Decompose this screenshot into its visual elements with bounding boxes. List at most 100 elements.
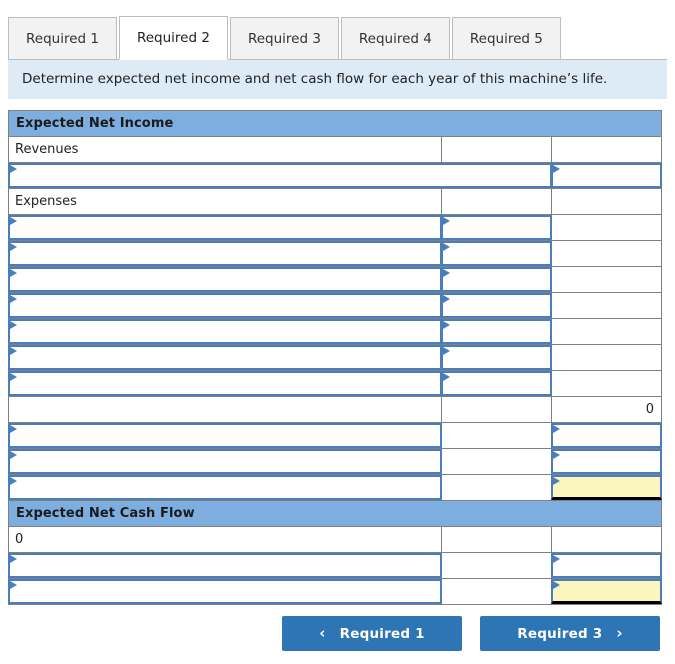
dropdown-triangle-icon (10, 555, 17, 563)
total-input-field[interactable] (551, 579, 663, 604)
entry-input-field[interactable] (551, 553, 663, 578)
entry-input-field[interactable] (8, 267, 442, 292)
entry-input-field[interactable] (551, 449, 663, 474)
row-label: Expenses (8, 188, 442, 215)
table-row: Revenues (8, 136, 663, 163)
input-cell[interactable] (550, 578, 663, 605)
table-row (8, 448, 663, 475)
input-cell[interactable] (8, 474, 442, 501)
tab-required-1[interactable]: Required 1 (8, 17, 117, 60)
input-cell[interactable] (550, 448, 663, 475)
entry-input-field[interactable] (8, 553, 442, 578)
empty-cell (550, 344, 663, 371)
tab-label: Required 1 (26, 30, 99, 47)
input-cell[interactable] (441, 344, 552, 371)
input-cell[interactable] (8, 266, 442, 293)
input-cell[interactable] (550, 474, 663, 501)
table-row: 0 (8, 526, 663, 553)
empty-cell (550, 526, 663, 553)
input-cell[interactable] (441, 292, 552, 319)
entry-input-field[interactable] (8, 241, 442, 266)
empty-cell (8, 396, 442, 423)
dropdown-triangle-icon (443, 217, 450, 225)
table-row (8, 214, 663, 241)
input-cell[interactable] (8, 292, 442, 319)
input-cell[interactable] (8, 370, 442, 397)
section-header-expected-net-income: Expected Net Income (7, 110, 663, 137)
entry-input-field[interactable] (8, 371, 442, 396)
entry-input-field[interactable] (8, 163, 552, 188)
entry-input-field[interactable] (551, 163, 663, 188)
dropdown-triangle-icon (443, 373, 450, 381)
navigation-footer: ‹ Required 1 Required 3 › (0, 616, 675, 651)
next-required-label: Required 3 (517, 625, 603, 642)
dropdown-triangle-icon (553, 477, 560, 485)
input-cell[interactable] (8, 214, 442, 241)
dropdown-triangle-icon (10, 425, 17, 433)
entry-input-field[interactable] (441, 345, 552, 370)
dropdown-triangle-icon (10, 243, 17, 251)
input-cell[interactable] (550, 162, 663, 189)
dropdown-triangle-icon (553, 165, 560, 173)
table-row (8, 318, 663, 345)
entry-input-field[interactable] (8, 423, 442, 448)
previous-required-button[interactable]: ‹ Required 1 (282, 616, 462, 651)
tab-label: Required 2 (136, 30, 210, 46)
entry-input-field[interactable] (8, 215, 442, 240)
table-row (8, 370, 663, 397)
entry-input-field[interactable] (441, 371, 552, 396)
entry-input-field[interactable] (8, 475, 442, 500)
entry-input-field[interactable] (441, 293, 552, 318)
input-cell[interactable] (8, 240, 442, 267)
dropdown-triangle-icon (10, 451, 17, 459)
table-row: Expenses (8, 188, 663, 215)
dropdown-triangle-icon (443, 347, 450, 355)
tab-required-3[interactable]: Required 3 (229, 17, 339, 60)
dropdown-triangle-icon (443, 269, 450, 277)
input-cell[interactable] (441, 240, 552, 267)
entry-input-field[interactable] (441, 267, 552, 292)
tab-required-4[interactable]: Required 4 (340, 17, 450, 60)
entry-input-field[interactable] (441, 319, 552, 344)
input-cell[interactable] (550, 552, 663, 579)
input-cell[interactable] (441, 214, 552, 241)
tab-label: Required 4 (358, 30, 432, 47)
dropdown-triangle-icon (10, 347, 17, 355)
table-row (8, 344, 663, 371)
table-row (8, 240, 663, 267)
previous-required-label: Required 1 (339, 625, 425, 642)
entry-input-field[interactable] (551, 423, 663, 448)
total-input-field[interactable] (551, 475, 663, 500)
input-cell[interactable] (441, 266, 552, 293)
empty-cell (441, 448, 552, 475)
tab-label: Required 3 (247, 30, 321, 47)
empty-cell (441, 188, 552, 215)
empty-cell (550, 292, 663, 319)
chevron-left-icon: ‹ (319, 624, 326, 642)
entry-input-field[interactable] (8, 293, 442, 318)
entry-input-field[interactable] (8, 449, 442, 474)
input-cell[interactable] (8, 552, 442, 579)
empty-cell (550, 266, 663, 293)
input-cell[interactable] (8, 344, 442, 371)
empty-cell (550, 318, 663, 345)
tab-required-5[interactable]: Required 5 (451, 17, 561, 60)
input-cell[interactable] (550, 422, 663, 449)
entry-input-field[interactable] (8, 579, 442, 604)
dropdown-triangle-icon (10, 217, 17, 225)
input-cell[interactable] (8, 578, 442, 605)
input-cell[interactable] (8, 318, 442, 345)
input-cell[interactable] (8, 422, 442, 449)
entry-input-field[interactable] (441, 241, 552, 266)
input-cell[interactable] (8, 162, 552, 189)
chevron-right-icon: › (616, 624, 623, 642)
entry-input-field[interactable] (441, 215, 552, 240)
next-required-button[interactable]: Required 3 › (480, 616, 660, 651)
input-cell[interactable] (441, 318, 552, 345)
entry-input-field[interactable] (8, 319, 442, 344)
tab-required-2[interactable]: Required 2 (118, 16, 228, 60)
entry-input-field[interactable] (8, 345, 442, 370)
input-cell[interactable] (441, 370, 552, 397)
input-cell[interactable] (8, 448, 442, 475)
empty-cell (441, 396, 552, 423)
